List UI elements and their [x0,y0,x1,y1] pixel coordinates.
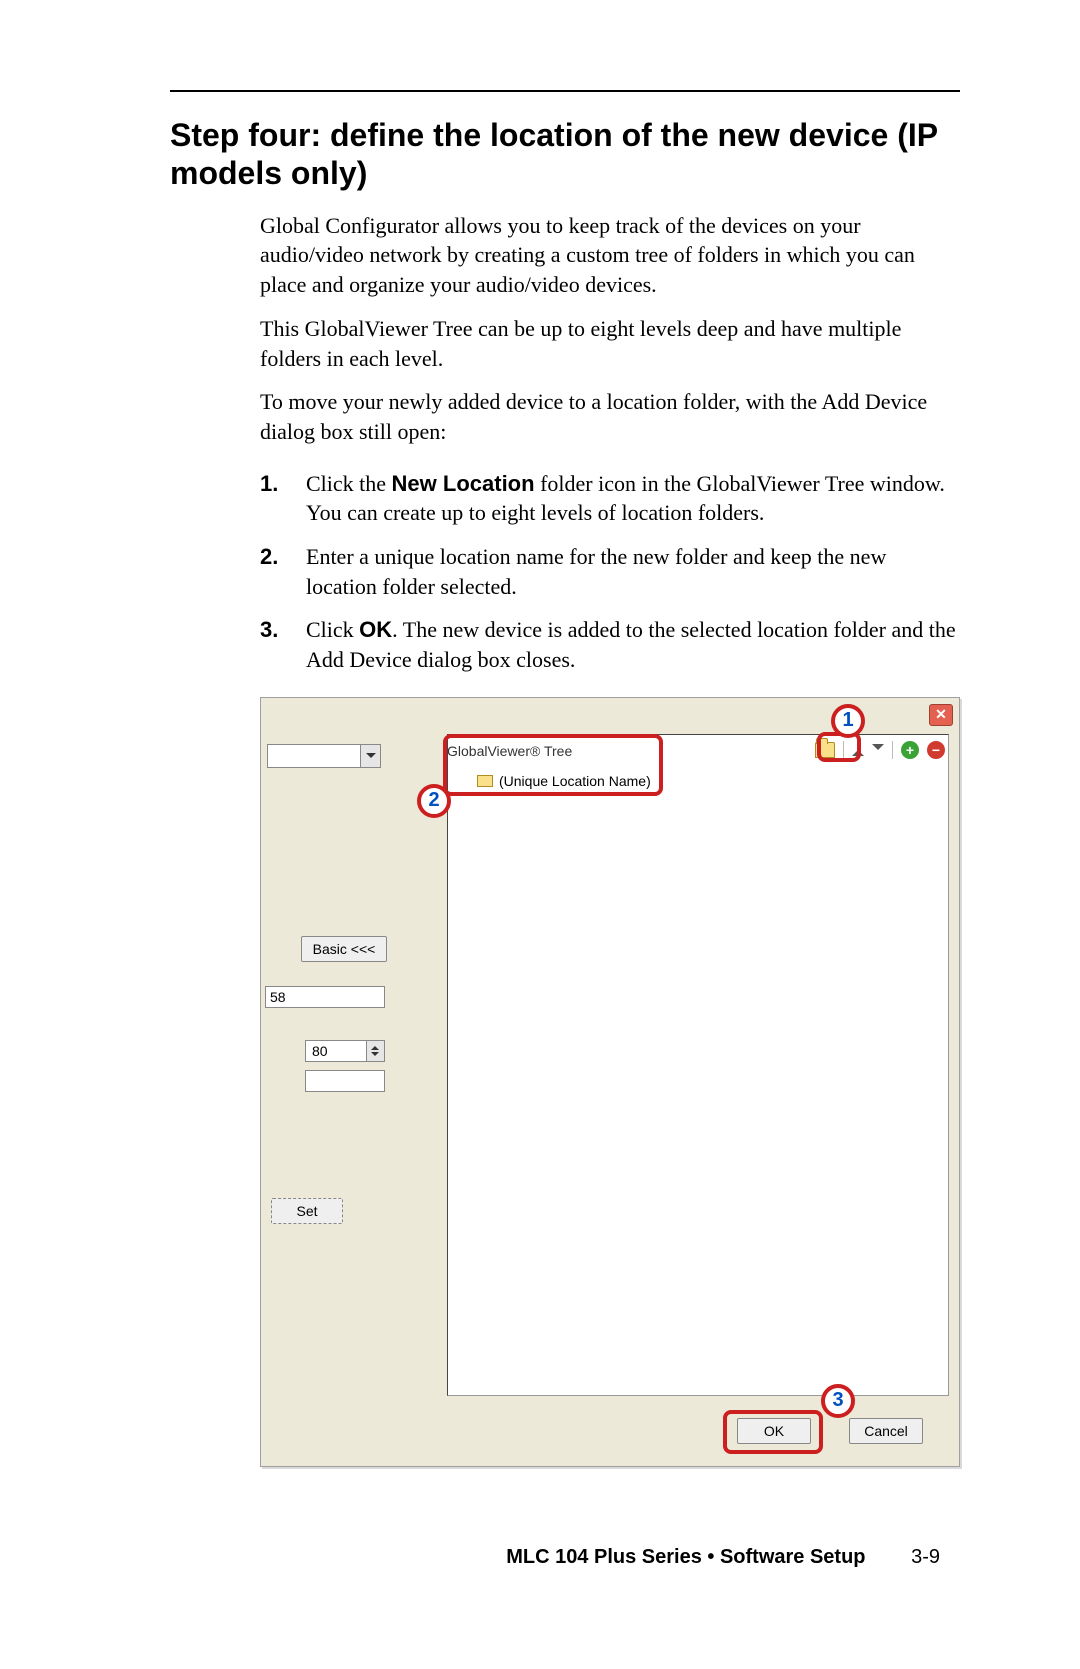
close-icon[interactable]: ✕ [929,704,953,726]
step-heading: Step four: define the location of the ne… [170,116,960,193]
intro-paragraph-1: Global Configurator allows you to keep t… [260,211,960,300]
step-item-1: Click the New Location folder icon in th… [260,469,960,528]
tree-toolbar: + − [815,738,945,762]
cancel-button[interactable]: Cancel [849,1418,923,1444]
tree-header-label: GlobalViewer® Tree [447,743,572,759]
step1-pre: Click the [306,471,392,496]
port-value: 80 [312,1043,328,1059]
folder-icon [477,775,493,787]
callout-2: 2 [417,784,451,818]
move-up-icon[interactable] [852,744,864,756]
move-down-icon[interactable] [872,744,884,756]
chevron-down-icon [360,745,380,767]
intro-paragraph-3: To move your newly added device to a loc… [260,387,960,446]
port-stepper[interactable]: 80 [305,1040,385,1062]
footer-title: MLC 104 Plus Series • Software Setup [506,1546,865,1568]
toolbar-separator [892,741,893,759]
toolbar-separator [843,741,844,759]
add-icon[interactable]: + [901,741,919,759]
dialog-screenshot: ✕ Basic <<< 58 80 Set GlobalViewer® Tree… [260,697,960,1467]
top-rule [170,90,960,92]
callout-1: 1 [831,704,865,738]
ip-fragment-field[interactable]: 58 [265,986,385,1008]
intro-paragraph-2: This GlobalViewer Tree can be up to eigh… [260,314,960,373]
tree-node-new-location[interactable]: (Unique Location Name) [473,772,655,790]
callout-3: 3 [821,1384,855,1418]
basic-button[interactable]: Basic <<< [301,936,387,962]
dropdown-empty[interactable] [267,744,381,768]
page-footer: MLC 104 Plus Series • Software Setup 3-9 [0,1546,1080,1569]
step3-bold: OK [359,617,392,642]
step3-post: . The new device is added to the selecte… [306,617,956,672]
step-item-2: Enter a unique location name for the new… [260,542,960,601]
step3-pre: Click [306,617,359,642]
new-location-folder-icon[interactable] [815,742,835,758]
remove-icon[interactable]: − [927,741,945,759]
empty-field[interactable] [305,1070,385,1092]
step1-bold: New Location [392,471,535,496]
tree-node-label: (Unique Location Name) [499,773,651,789]
stepper-arrows-icon [366,1041,384,1061]
step-item-3: Click OK. The new device is added to the… [260,615,960,674]
set-button[interactable]: Set [271,1198,343,1224]
ok-button[interactable]: OK [737,1418,811,1444]
footer-page-number: 3-9 [911,1546,940,1568]
globalviewer-tree-panel [447,734,949,1396]
